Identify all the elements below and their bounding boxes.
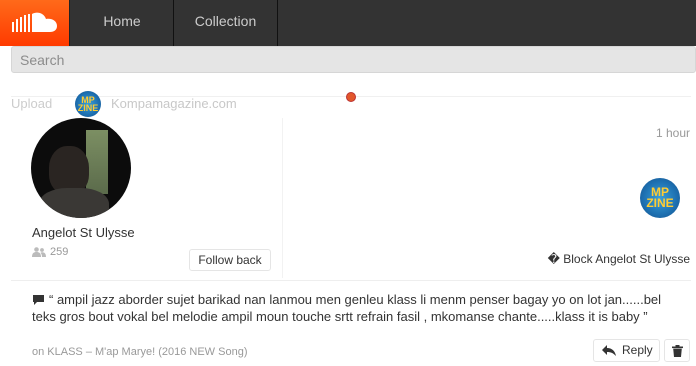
profile-name[interactable]: Angelot St Ulysse bbox=[32, 225, 135, 240]
upload-link[interactable]: Upload bbox=[11, 96, 52, 111]
reply-label: Reply bbox=[622, 343, 653, 357]
nav-collection[interactable]: Collection bbox=[174, 0, 278, 46]
speech-bubble-icon bbox=[33, 295, 44, 305]
page: Home Collection Upload MP ZINE Kompamaga… bbox=[0, 0, 696, 366]
users-icon bbox=[32, 247, 46, 258]
followers-count: 259 bbox=[32, 246, 68, 258]
notification-source-avatar[interactable]: MP ZINE bbox=[640, 178, 680, 218]
search-input[interactable] bbox=[12, 47, 695, 72]
user-avatar[interactable] bbox=[31, 118, 131, 218]
notification-source-avatar-text: MP ZINE bbox=[646, 185, 674, 210]
record-dot bbox=[346, 92, 356, 102]
source-name[interactable]: Kompamagazine.com bbox=[111, 96, 237, 111]
reply-arrow-icon bbox=[602, 345, 616, 356]
followers-count-value: 259 bbox=[50, 246, 69, 258]
divider bbox=[11, 280, 691, 281]
vertical-divider bbox=[282, 118, 283, 278]
timestamp: 1 hour bbox=[655, 126, 690, 140]
delete-button[interactable] bbox=[664, 339, 690, 362]
comment-text: “ ampil jazz aborder sujet barikad nan l… bbox=[32, 292, 662, 324]
block-user-link[interactable]: � Block Angelot St Ulysse bbox=[548, 252, 690, 266]
comment-track-link[interactable]: on KLASS – M'ap Marye! (2016 NEW Song) bbox=[32, 346, 247, 358]
follow-back-button[interactable]: Follow back bbox=[189, 249, 271, 271]
search-bar bbox=[11, 46, 696, 73]
comment-body: “ ampil jazz aborder sujet barikad nan l… bbox=[32, 291, 682, 325]
soundcloud-logo[interactable] bbox=[0, 0, 70, 46]
reply-button[interactable]: Reply bbox=[593, 339, 660, 362]
top-bar: Home Collection bbox=[0, 0, 696, 46]
source-avatar[interactable]: MP ZINE bbox=[75, 91, 101, 117]
nav-home[interactable]: Home bbox=[71, 0, 174, 46]
soundcloud-cloud-icon bbox=[12, 12, 57, 32]
source-avatar-text: MP ZINE bbox=[77, 94, 99, 113]
trash-icon bbox=[672, 345, 683, 357]
